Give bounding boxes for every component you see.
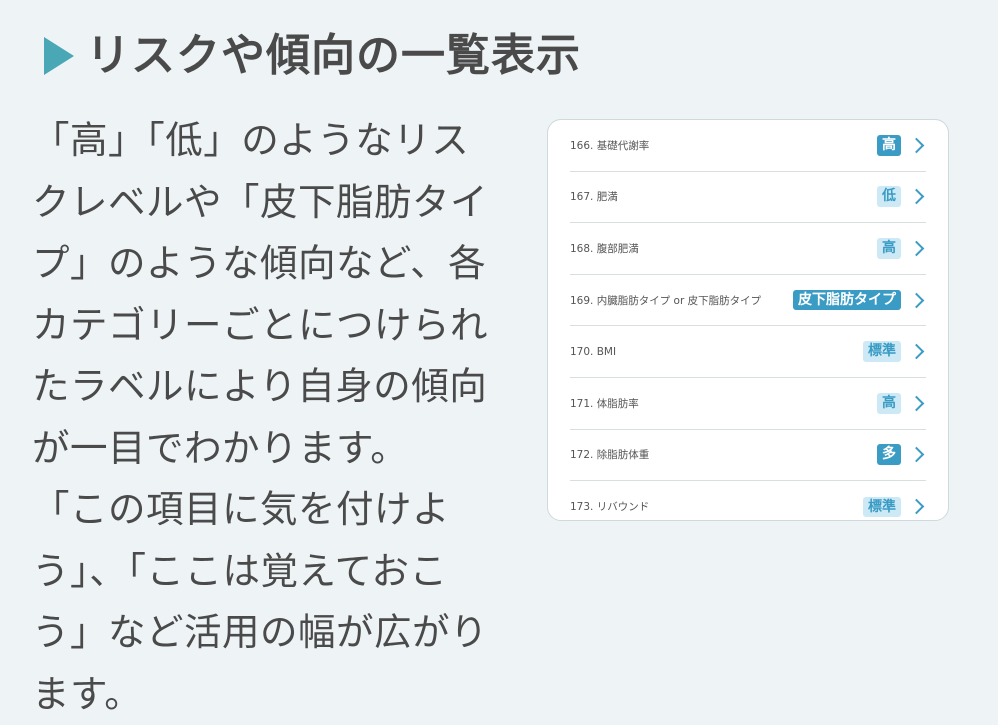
- risk-badge: 高: [877, 238, 901, 259]
- risk-badge: 高: [877, 134, 901, 156]
- list-item-173[interactable]: 173. リバウンド 標準: [570, 481, 926, 520]
- list-item-label: 172. 除脂肪体重: [570, 449, 650, 462]
- list-item-label: 167. 肥満: [570, 191, 618, 204]
- list-item-171[interactable]: 171. 体脂肪率 高: [570, 378, 926, 430]
- description-text: 「高」「低」のようなリスクレベルや「皮下脂肪タイプ」のような傾向など、各カテゴリ…: [32, 110, 502, 725]
- risk-badge: 多: [877, 444, 901, 466]
- list-item-169[interactable]: 169. 内臓脂肪タイプ or 皮下脂肪タイプ 皮下脂肪タイプ: [570, 275, 926, 327]
- list-item-167[interactable]: 167. 肥満 低: [570, 172, 926, 224]
- page-title: リスクや傾向の一覧表示: [86, 30, 581, 81]
- description-paragraph-1: 「高」「低」のようなリスクレベルや「皮下脂肪タイプ」のような傾向など、各カテゴリ…: [32, 118, 488, 470]
- list-item-label: 170. BMI: [570, 345, 617, 358]
- list-item-label: 169. 内臓脂肪タイプ or 皮下脂肪タイプ: [570, 294, 762, 307]
- chevron-right-icon[interactable]: [908, 395, 925, 412]
- tendency-badge: 皮下脂肪タイプ: [793, 289, 901, 311]
- list-item-170[interactable]: 170. BMI 標準: [570, 326, 926, 378]
- risk-badge: 低: [877, 186, 901, 208]
- chevron-right-icon[interactable]: [908, 137, 925, 154]
- description-paragraph-2: 「この項目に気を付けよう」、「ここは覚えておこう」など活用の幅が広がります。: [32, 487, 488, 716]
- list-item-label: 171. 体脂肪率: [570, 397, 639, 410]
- chevron-right-icon[interactable]: [908, 240, 925, 257]
- chevron-right-icon[interactable]: [908, 292, 925, 308]
- list-item-label: 168. 腹部肥満: [570, 242, 639, 255]
- play-triangle-icon: [44, 37, 74, 75]
- risk-badge: 高: [877, 392, 901, 414]
- category-list-panel: 166. 基礎代謝率 高 167. 肥満 低 168. 腹部肥満 高 169. …: [547, 119, 949, 521]
- list-item-label: 166. 基礎代謝率: [570, 139, 650, 152]
- list-item-172[interactable]: 172. 除脂肪体重 多: [570, 430, 926, 482]
- list-item-166[interactable]: 166. 基礎代謝率 高: [570, 120, 926, 172]
- chevron-right-icon[interactable]: [908, 499, 925, 515]
- list-item-168[interactable]: 168. 腹部肥満 高: [570, 223, 926, 275]
- section-heading: リスクや傾向の一覧表示: [44, 26, 581, 86]
- chevron-right-icon[interactable]: [908, 447, 925, 463]
- list-item-label: 173. リバウンド: [570, 501, 650, 514]
- risk-badge: 標準: [863, 496, 901, 518]
- risk-badge: 標準: [863, 341, 901, 363]
- chevron-right-icon[interactable]: [908, 343, 925, 360]
- chevron-right-icon[interactable]: [908, 189, 925, 205]
